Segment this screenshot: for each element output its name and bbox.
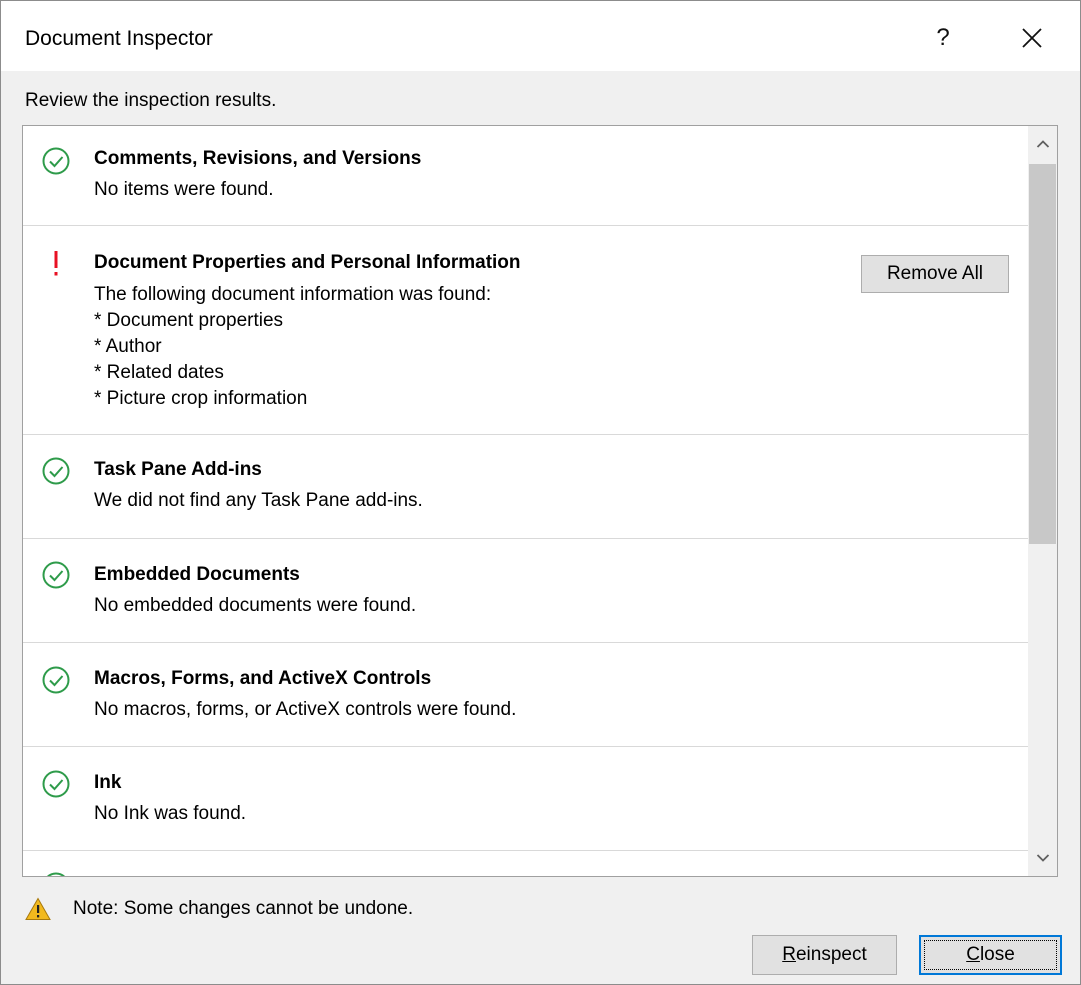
window-close-button[interactable] — [1004, 13, 1060, 63]
check-circle-icon — [42, 770, 70, 798]
scroll-thumb[interactable] — [1029, 164, 1056, 544]
result-item-document-properties: Document Properties and Personal Informa… — [23, 226, 1028, 435]
document-inspector-dialog: Document Inspector ? Review the inspecti… — [0, 0, 1081, 985]
subtitle: Review the inspection results. — [25, 90, 277, 111]
check-circle-icon — [46, 872, 66, 876]
check-circle-icon — [42, 457, 70, 485]
close-icon — [1022, 28, 1042, 48]
result-line: No embedded documents were found. — [94, 595, 417, 616]
scroll-down-button[interactable] — [1028, 842, 1057, 874]
warning-triangle-icon — [25, 897, 51, 920]
result-item-comments: Comments, Revisions, and Versions No ite… — [23, 126, 1028, 226]
result-detail: The following document information was f… — [94, 282, 491, 412]
reinspect-button[interactable]: Reinspect — [752, 935, 897, 975]
result-title: Task Pane Add-ins — [94, 459, 262, 480]
result-detail: No items were found. — [94, 177, 274, 203]
result-detail: No Ink was found. — [94, 801, 246, 827]
result-line: No macros, forms, or ActiveX controls we… — [94, 699, 517, 720]
check-circle-icon — [42, 561, 70, 589]
title-bar: Document Inspector ? — [1, 1, 1080, 71]
results-panel: Comments, Revisions, and Versions No ite… — [22, 125, 1058, 877]
result-detail: No embedded documents were found. — [94, 593, 416, 619]
remove-all-button[interactable]: Remove All — [861, 255, 1009, 293]
result-line: * Picture crop information — [94, 388, 308, 409]
result-line: * Related dates — [94, 362, 224, 383]
exclamation-icon — [54, 251, 58, 276]
check-circle-icon — [42, 666, 70, 694]
note-row: Note: Some changes cannot be undone. — [25, 894, 413, 924]
focus-ring — [924, 940, 1057, 970]
result-detail: No macros, forms, or ActiveX controls we… — [94, 697, 516, 723]
scroll-up-button[interactable] — [1028, 128, 1057, 160]
check-circle-icon — [42, 147, 70, 175]
note-text: Note: Some changes cannot be undone. — [73, 898, 414, 919]
result-title: Macros, Forms, and ActiveX Controls — [94, 668, 432, 689]
result-item-macros: Macros, Forms, and ActiveX Controls No m… — [23, 643, 1028, 747]
result-line: The following document information was f… — [94, 284, 492, 305]
result-line: We did not find any Task Pane add-ins. — [94, 490, 423, 511]
result-item-task-pane-addins: Task Pane Add-ins We did not find any Ta… — [23, 435, 1028, 539]
results-list: Comments, Revisions, and Versions No ite… — [23, 126, 1028, 876]
reinspect-label: einspect — [795, 944, 867, 965]
result-detail: We did not find any Task Pane add-ins. — [94, 488, 423, 514]
close-button[interactable]: Close — [919, 935, 1062, 975]
result-line: No Ink was found. — [94, 803, 247, 824]
result-item-partial — [23, 851, 1028, 876]
reinspect-accelerator: R — [782, 944, 796, 965]
result-line: No items were found. — [94, 179, 274, 200]
result-line: * Document properties — [94, 310, 284, 331]
help-button[interactable]: ? — [915, 13, 971, 63]
chevron-up-icon — [1036, 140, 1049, 148]
window-title: Document Inspector — [25, 27, 213, 50]
vertical-scrollbar[interactable] — [1028, 126, 1057, 876]
result-title: Document Properties and Personal Informa… — [94, 252, 521, 273]
result-line: * Author — [94, 336, 162, 357]
chevron-down-icon — [1036, 854, 1049, 862]
result-title: Ink — [94, 772, 122, 793]
result-title: Comments, Revisions, and Versions — [94, 148, 422, 169]
result-item-ink: Ink No Ink was found. — [23, 747, 1028, 851]
result-item-embedded-documents: Embedded Documents No embedded documents… — [23, 539, 1028, 643]
result-title: Embedded Documents — [94, 564, 300, 585]
